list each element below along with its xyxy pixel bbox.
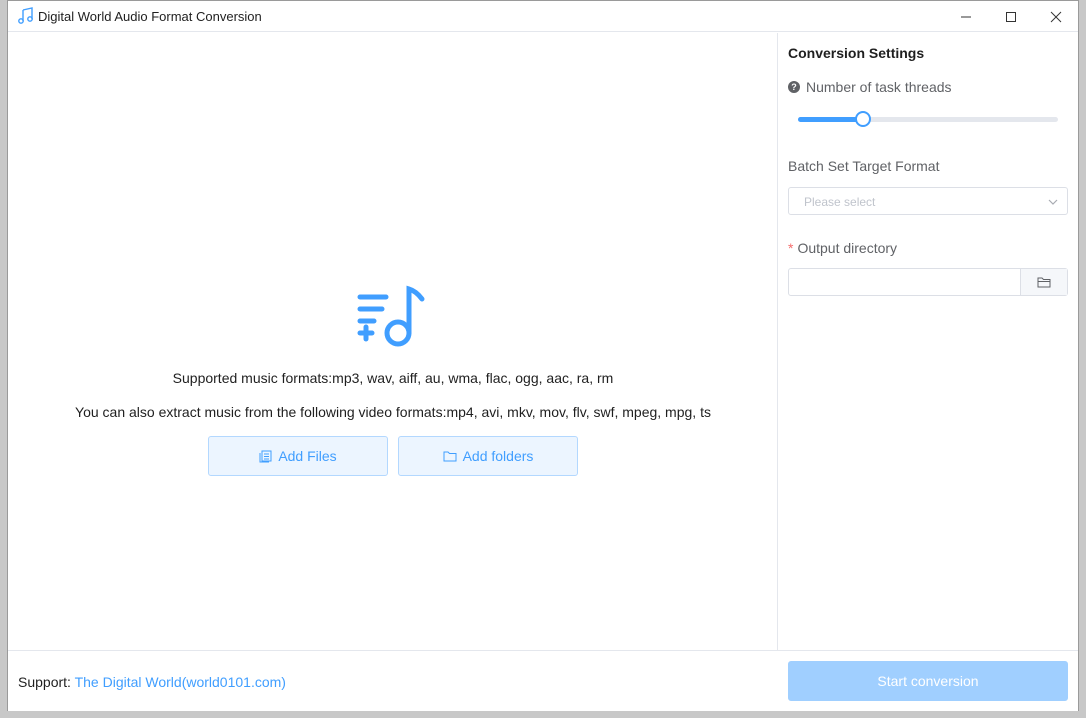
music-list-add-icon [357,285,425,347]
threads-slider[interactable] [798,111,1058,127]
add-files-label: Add Files [278,448,337,464]
target-format-select[interactable]: Please select [788,187,1068,215]
start-conversion-label: Start conversion [877,673,979,689]
footer: Support: The Digital World(world0101.com… [8,650,1078,711]
start-conversion-button[interactable]: Start conversion [788,661,1068,701]
folder-icon [443,451,457,462]
support-link[interactable]: The Digital World(world0101.com) [75,674,286,690]
output-label: Output directory [797,240,898,256]
folder-open-icon [1037,277,1050,288]
select-placeholder: Please select [804,195,876,209]
support-info: Support: The Digital World(world0101.com… [18,674,286,690]
slider-handle[interactable] [855,111,871,127]
support-label: Support: [18,674,71,690]
add-files-button[interactable]: Add Files [208,436,388,476]
settings-title: Conversion Settings [788,45,925,61]
add-folders-button[interactable]: Add folders [398,436,578,476]
supported-music-formats: Supported music formats:mp3, wav, aiff, … [172,370,614,386]
threads-label: Number of task threads [806,79,952,95]
app-window: Digital World Audio Format Conversion Su… [7,0,1079,711]
output-label-row: * Output directory [788,240,897,256]
supported-video-formats: You can also extract music from the foll… [75,404,711,420]
slider-fill [798,117,863,122]
music-note-icon [18,7,33,24]
minimize-icon [961,16,971,17]
document-copy-icon [259,450,272,462]
maximize-icon [1006,11,1016,22]
window-title: Digital World Audio Format Conversion [38,9,262,24]
threads-label-row: ? Number of task threads [788,79,952,95]
required-marker: * [788,240,794,256]
close-button[interactable] [1033,1,1079,32]
title-bar: Digital World Audio Format Conversion [8,1,1078,32]
format-label-row: Batch Set Target Format [788,158,939,174]
conversion-settings-panel: Conversion Settings ? Number of task thr… [779,33,1078,650]
output-directory-input [788,268,1068,296]
chevron-down-icon [1048,199,1058,205]
output-directory-field[interactable] [789,269,1021,295]
browse-directory-button[interactable] [1020,269,1067,295]
file-drop-area[interactable]: Supported music formats:mp3, wav, aiff, … [8,33,778,650]
close-icon [1050,11,1062,22]
maximize-button[interactable] [988,1,1034,32]
format-label: Batch Set Target Format [788,158,940,174]
add-folders-label: Add folders [462,448,534,464]
minimize-button[interactable] [943,1,989,32]
question-circle-icon[interactable]: ? [788,81,800,93]
